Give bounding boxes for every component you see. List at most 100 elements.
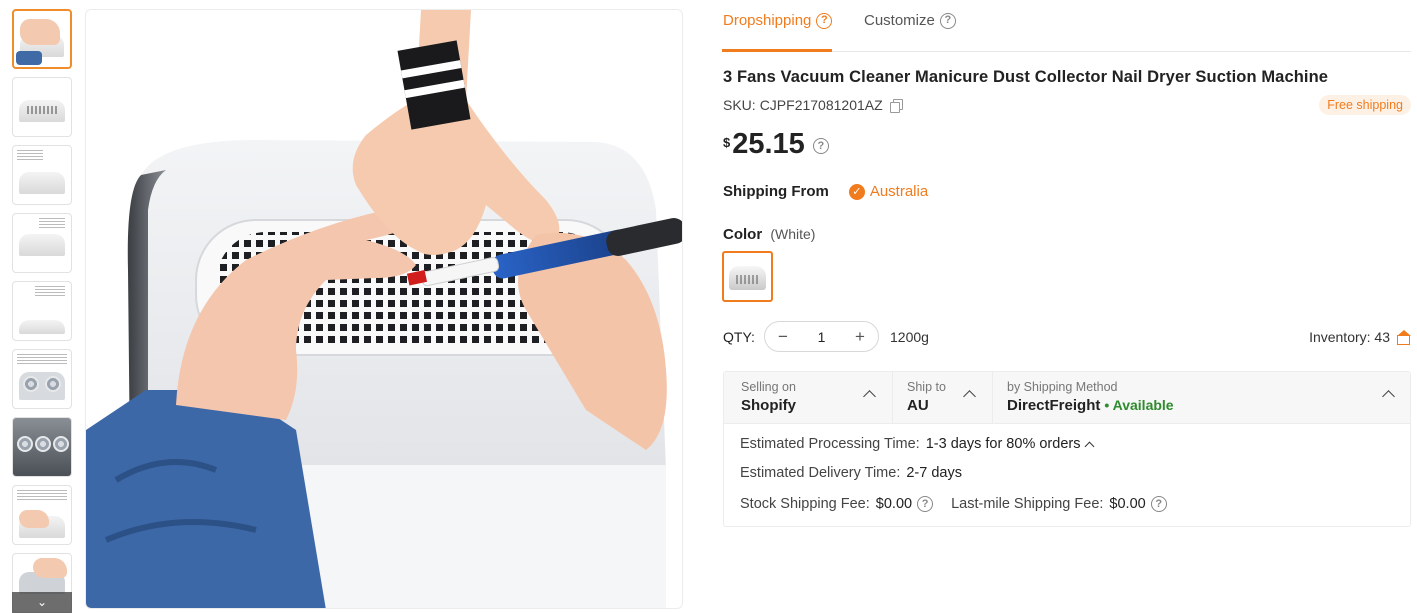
- stock-fee-label: Stock Shipping Fee:: [740, 496, 870, 512]
- inventory: Inventory: 43: [1309, 329, 1411, 345]
- tab-dropshipping-label: Dropshipping: [723, 12, 812, 29]
- grill-shape: [27, 106, 57, 114]
- selling-on-value: Shopify: [741, 397, 796, 414]
- chevron-up-icon[interactable]: [863, 390, 876, 403]
- fan-shape: [53, 436, 69, 452]
- shipping-method-value: DirectFreight: [1007, 397, 1101, 414]
- thumbnail-list: [12, 9, 72, 613]
- chevron-down-icon[interactable]: ⌄: [12, 592, 72, 613]
- inventory-label: Inventory: 43: [1309, 329, 1390, 345]
- stock-fee-value: $0.00: [875, 496, 913, 512]
- help-icon[interactable]: ?: [1150, 496, 1167, 512]
- processing-time-value: 1-3 days for 80% orders: [925, 436, 1081, 452]
- main-product-image: [85, 9, 683, 609]
- fan-shape: [45, 376, 61, 392]
- color-row: Color (White): [723, 226, 815, 243]
- processing-time-row: Estimated Processing Time: 1-3 days for …: [740, 436, 1095, 452]
- caption-shape: [17, 150, 43, 160]
- ship-to-label: Ship to: [907, 380, 946, 394]
- caption-shape: [39, 218, 65, 228]
- processing-time-label: Estimated Processing Time:: [740, 436, 920, 452]
- ship-to-selector[interactable]: Ship to AU: [907, 380, 946, 414]
- copy-icon[interactable]: [889, 99, 903, 113]
- delivery-time-label: Estimated Delivery Time:: [740, 465, 901, 481]
- shipping-box: Selling on Shopify Ship to AU by Shippin…: [723, 371, 1411, 527]
- sku-value: CJPF217081201AZ: [759, 97, 883, 113]
- price: $ 25.15 ?: [723, 128, 829, 161]
- caption-shape: [17, 490, 67, 500]
- shipping-method-row: DirectFreight • Available: [1007, 397, 1174, 414]
- thumbnail-1[interactable]: [12, 9, 72, 69]
- color-selected: (White): [770, 226, 816, 242]
- color-label: Color: [723, 226, 763, 243]
- quantity-row: QTY: − 1 + 1200g Inventory: 43: [722, 321, 1411, 353]
- help-icon[interactable]: ?: [939, 12, 956, 29]
- product-title: 3 Fans Vacuum Cleaner Manicure Dust Coll…: [723, 68, 1329, 86]
- product-shape: [19, 172, 65, 194]
- grill-shape: [736, 275, 759, 284]
- help-icon[interactable]: ?: [816, 12, 833, 29]
- divider: [992, 372, 993, 424]
- shipping-method-label: by Shipping Method: [1007, 380, 1118, 394]
- shipping-from-label: Shipping From: [723, 183, 829, 200]
- warehouse-icon: [1396, 329, 1411, 345]
- tab-bar: Dropshipping ? Customize ?: [722, 0, 1411, 52]
- free-shipping-badge: Free shipping: [1319, 95, 1411, 115]
- delivery-time-value: 2-7 days: [906, 465, 962, 481]
- sleeve-shape: [16, 51, 42, 65]
- lastmile-fee-label: Last-mile Shipping Fee:: [951, 496, 1104, 512]
- fan-shape: [23, 376, 39, 392]
- product-shape: [19, 320, 65, 334]
- product-shape: [19, 234, 65, 256]
- thumbnail-7[interactable]: [12, 417, 72, 477]
- chevron-up-icon[interactable]: [963, 390, 976, 403]
- lastmile-fee-value: $0.00: [1109, 496, 1146, 512]
- weight: 1200g: [890, 329, 929, 345]
- divider: [892, 372, 893, 424]
- caption-shape: [35, 286, 65, 296]
- thumbnail-8[interactable]: [12, 485, 72, 545]
- help-icon[interactable]: ?: [917, 496, 934, 512]
- shipping-from-row: Shipping From ✓ Australia: [723, 183, 928, 200]
- sku-label: SKU:: [723, 97, 756, 113]
- chevron-up-icon[interactable]: [1085, 441, 1095, 451]
- fan-shape: [17, 436, 33, 452]
- tab-customize[interactable]: Customize ?: [864, 12, 956, 29]
- quantity-stepper[interactable]: − 1 +: [764, 321, 879, 352]
- currency-symbol: $: [723, 135, 731, 150]
- ship-to-value: AU: [907, 397, 929, 414]
- quantity-value[interactable]: 1: [818, 329, 826, 345]
- fan-shape: [35, 436, 51, 452]
- product-illustration: [86, 10, 682, 608]
- thumbnail-4[interactable]: [12, 213, 72, 273]
- thumbnail-3[interactable]: [12, 145, 72, 205]
- tab-customize-label: Customize: [864, 12, 935, 29]
- decrement-button[interactable]: −: [775, 327, 791, 347]
- selling-on-selector[interactable]: Selling on Shopify: [741, 380, 796, 414]
- shipping-header: Selling on Shopify Ship to AU by Shippin…: [724, 372, 1410, 424]
- chevron-up-icon[interactable]: [1382, 390, 1395, 403]
- hand-shape: [20, 19, 60, 45]
- delivery-time-row: Estimated Delivery Time: 2-7 days: [740, 465, 962, 481]
- color-swatch-white[interactable]: [722, 251, 773, 302]
- thumbnail-5[interactable]: [12, 281, 72, 341]
- product-details-panel: Dropshipping ? Customize ? 3 Fans Vacuum…: [722, 0, 1411, 527]
- increment-button[interactable]: +: [852, 327, 868, 347]
- tab-dropshipping[interactable]: Dropshipping ?: [723, 12, 833, 29]
- quantity-label: QTY:: [723, 329, 755, 345]
- sku-row: SKU: CJPF217081201AZ: [723, 97, 903, 113]
- shipping-method-selector[interactable]: by Shipping Method DirectFreight • Availa…: [1007, 380, 1174, 414]
- hand-shape: [33, 558, 67, 578]
- caption-shape: [17, 354, 67, 364]
- hand-shape: [19, 510, 49, 528]
- active-tab-indicator: [722, 49, 832, 52]
- price-value: 25.15: [732, 128, 805, 160]
- check-icon: ✓: [848, 183, 865, 200]
- availability-status: • Available: [1104, 397, 1174, 413]
- shipping-from-value[interactable]: Australia: [870, 183, 928, 200]
- selling-on-label: Selling on: [741, 380, 796, 394]
- thumbnail-2[interactable]: [12, 77, 72, 137]
- help-icon[interactable]: ?: [812, 138, 829, 154]
- thumbnail-6[interactable]: [12, 349, 72, 409]
- shipping-fee-row: Stock Shipping Fee: $0.00 ? Last-mile Sh…: [740, 496, 1167, 512]
